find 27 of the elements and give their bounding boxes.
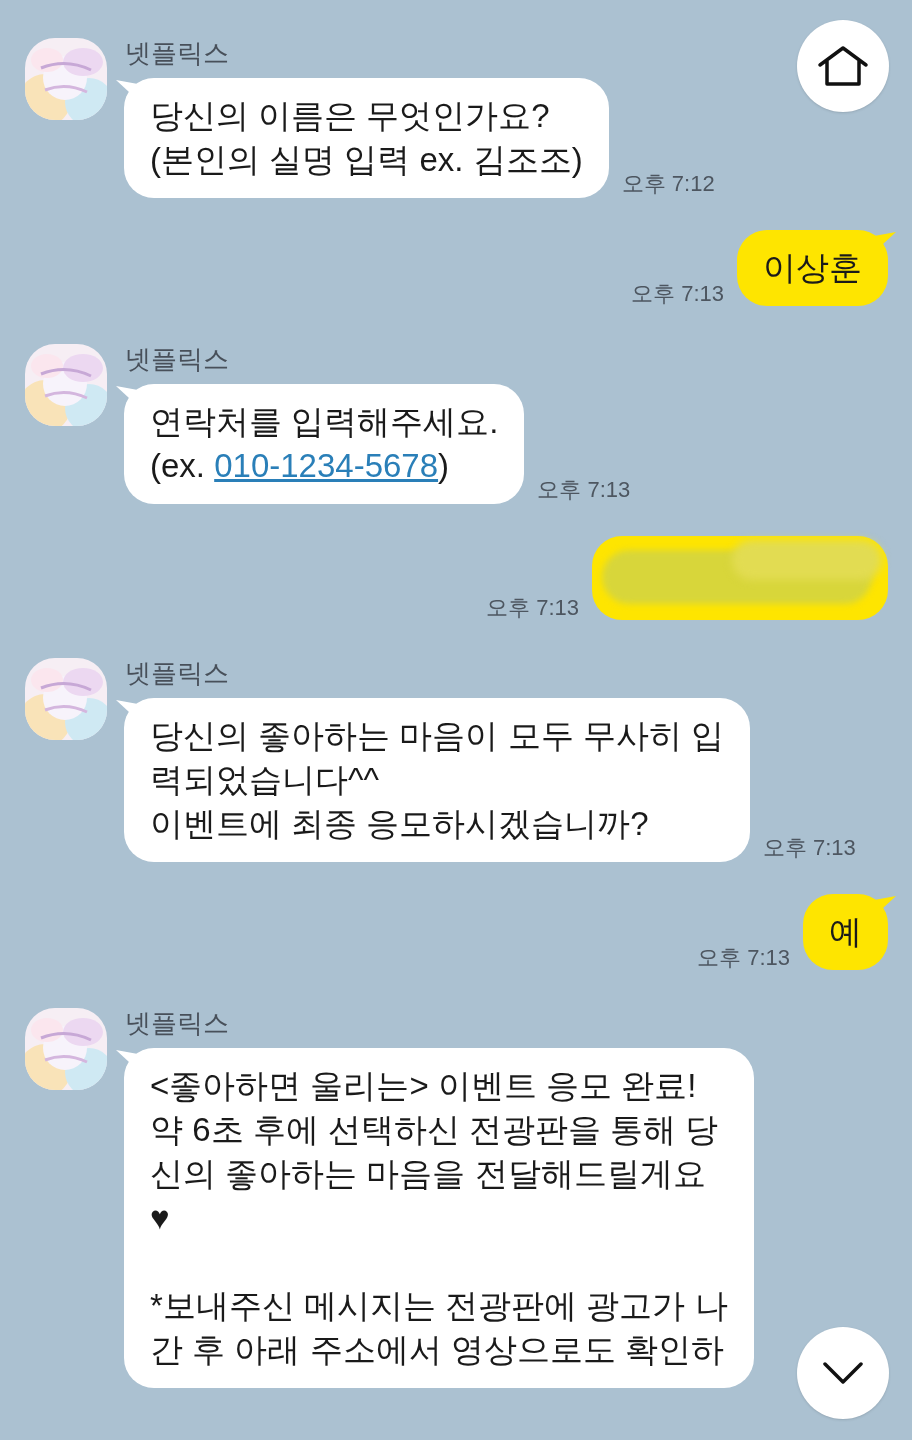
- message-line: (본인의 실명 입력 ex. 김조조): [150, 140, 583, 180]
- message-time: 오후 7:12: [621, 170, 715, 198]
- message-line: 이상훈: [763, 248, 862, 288]
- message-time: 오후 7:13: [631, 280, 724, 308]
- message-line: 당신의 이름은 무엇인가요?: [150, 96, 551, 136]
- sender-name: 넷플릭스: [125, 37, 230, 70]
- message-line: 약 6초 후에 선택하신 전광판을 통해 당: [150, 1110, 720, 1150]
- message-line: 연락처를 입력해주세요.: [150, 402, 499, 442]
- message-time: 오후 7:13: [697, 944, 790, 972]
- message-line: 간 후 아래 주소에서 영상으로도 확인하: [150, 1330, 725, 1370]
- home-icon: [817, 45, 869, 87]
- sender-name: 넷플릭스: [125, 343, 230, 376]
- message-line: *보내주신 메시지는 전광판에 광고가 나: [150, 1286, 728, 1326]
- message-line: 예: [829, 912, 862, 952]
- message-line: 신의 좋아하는 마음을 전달해드릴게요: [150, 1154, 707, 1194]
- message-line: ♥: [150, 1198, 171, 1238]
- message-time: 오후 7:13: [537, 476, 631, 504]
- message-line: 당신의 좋아하는 마음이 모두 무사히 입: [150, 716, 724, 756]
- chevron-down-icon: [823, 1362, 863, 1384]
- message-line: <좋아하면 울리는> 이벤트 응모 완료!: [150, 1066, 698, 1106]
- message-time: 오후 7:13: [486, 594, 579, 622]
- message-line: (ex. 010-1234-5678): [150, 446, 451, 486]
- sender-name: 넷플릭스: [125, 657, 230, 690]
- message-line: 력되었습니다^^: [150, 760, 380, 800]
- message-line: 이벤트에 최종 응모하시겠습니까?: [150, 804, 650, 844]
- message-time: 오후 7:13: [762, 834, 856, 862]
- sender-name: 넷플릭스: [125, 1007, 230, 1040]
